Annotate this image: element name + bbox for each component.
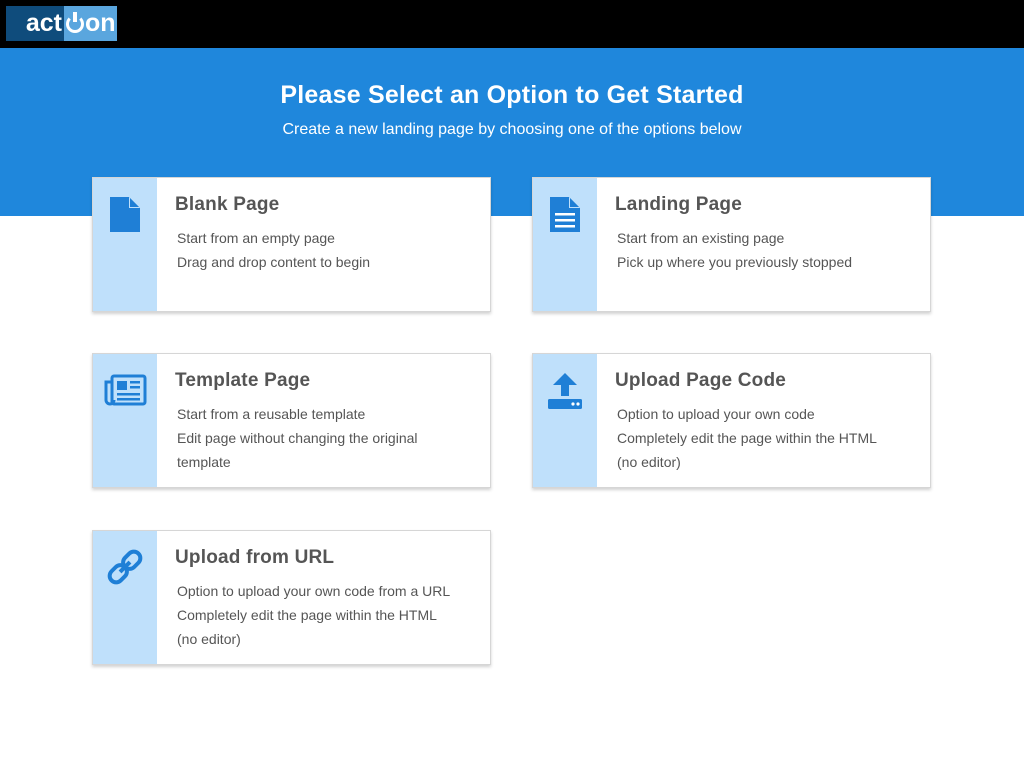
power-icon [66, 12, 84, 33]
option-card-landing-page[interactable]: Landing Page Start from an existing page… [532, 177, 931, 312]
link-icon [107, 549, 143, 585]
option-description-line: Completely edit the page within the HTML [177, 607, 437, 623]
document-icon [550, 197, 580, 232]
act-on-logo[interactable]: act on [6, 6, 117, 41]
option-description-line: Drag and drop content to begin [177, 254, 371, 270]
option-title: Template Page [175, 370, 311, 391]
option-description-line: Option to upload your own code [617, 406, 815, 422]
option-title: Blank Page [175, 194, 280, 215]
option-description-line: template [177, 454, 231, 470]
logo-right-text: on [85, 9, 116, 37]
option-description-line: Edit page without changing the original [177, 430, 418, 446]
option-description-line: Start from an existing page [617, 230, 785, 246]
option-description-line: Pick up where you previously stopped [617, 254, 853, 270]
option-description-line: Option to upload your own code from a UR… [177, 583, 451, 599]
option-card-template-page[interactable]: Template Page Start from a reusable temp… [92, 353, 491, 488]
option-card-upload-from-url[interactable]: Upload from URL Option to upload your ow… [92, 530, 491, 665]
option-card-blank-page[interactable]: Blank Page Start from an empty page Drag… [92, 177, 491, 312]
upload-icon [548, 373, 582, 409]
option-description-line: Start from an empty page [177, 230, 335, 246]
page-subtitle: Create a new landing page by choosing on… [282, 121, 742, 138]
option-title: Upload Page Code [615, 370, 787, 391]
option-description-line: Start from a reusable template [177, 406, 366, 422]
logo-right: on [64, 6, 117, 41]
card-icon-strip [93, 531, 157, 664]
blank-page-icon [110, 197, 140, 232]
logo-left: act [6, 6, 64, 41]
option-description-line: (no editor) [617, 454, 681, 470]
page-title: Please Select an Option to Get Started [280, 81, 744, 109]
option-card-upload-page-code[interactable]: Upload Page Code Option to upload your o… [532, 353, 931, 488]
card-icon-strip [93, 178, 157, 311]
card-icon-strip [533, 178, 597, 311]
option-description-line: (no editor) [177, 631, 241, 647]
option-title: Upload from URL [175, 547, 335, 568]
card-icon-strip [533, 354, 597, 487]
top-bar: act on [0, 0, 1024, 48]
card-icon-strip [93, 354, 157, 487]
newspaper-icon [104, 374, 147, 406]
option-title: Landing Page [615, 194, 742, 215]
option-description-line: Completely edit the page within the HTML [617, 430, 877, 446]
